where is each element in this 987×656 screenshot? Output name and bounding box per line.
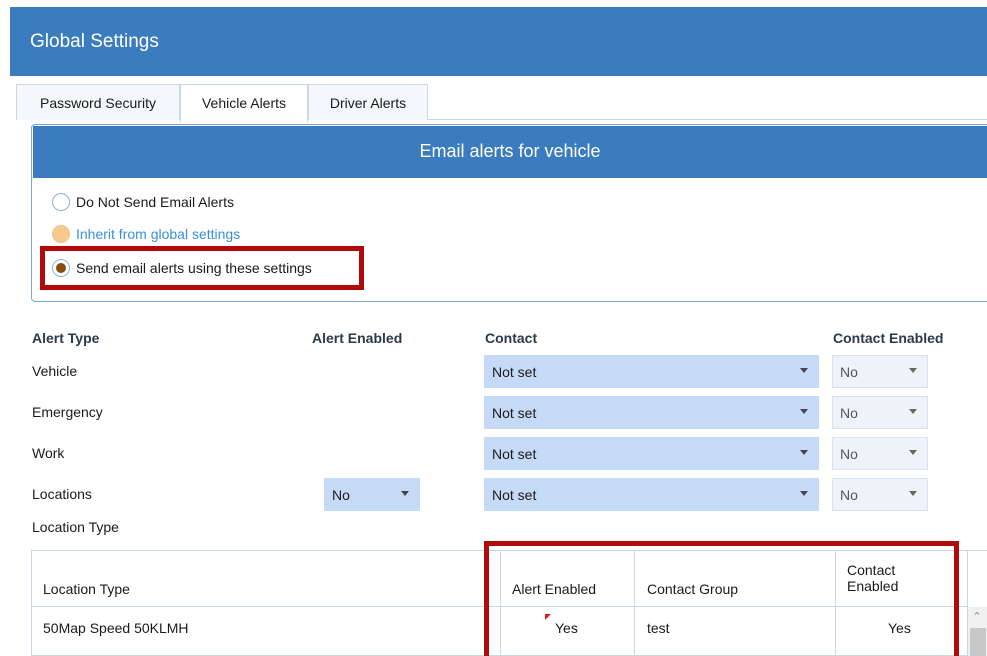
- contact-select-vehicle[interactable]: Not set: [484, 355, 819, 388]
- tab-label: Vehicle Alerts: [201, 95, 287, 111]
- contact-enabled-select-work[interactable]: No: [832, 437, 928, 470]
- tab-label: Driver Alerts: [329, 95, 407, 111]
- row-label-emergency: Emergency: [32, 404, 103, 420]
- grid-header-location-type[interactable]: Location Type: [43, 581, 130, 597]
- select-value: No: [840, 446, 858, 462]
- tab-label: Password Security: [40, 95, 156, 111]
- window-title: Global Settings: [30, 31, 159, 52]
- chevron-down-icon: [800, 368, 808, 373]
- header-contact-enabled: Contact Enabled: [833, 330, 944, 346]
- select-value: No: [840, 364, 858, 380]
- select-value: No: [840, 405, 858, 421]
- select-value: Not set: [492, 405, 537, 421]
- left-margin: [0, 0, 10, 656]
- chevron-down-icon: [800, 409, 808, 414]
- header-contact: Contact: [485, 330, 538, 346]
- select-value: Not set: [492, 487, 537, 503]
- chevron-down-icon: [909, 450, 917, 455]
- select-value: No: [840, 487, 858, 503]
- chevron-down-icon: [800, 450, 808, 455]
- grid-cell-location-type: 50Map Speed 50KLMH: [43, 620, 189, 636]
- tab-driver-alerts[interactable]: Driver Alerts: [308, 84, 428, 120]
- select-value: No: [332, 487, 350, 503]
- highlight-box: [484, 541, 959, 656]
- radio-button-disabled: [52, 225, 70, 243]
- contact-select-locations[interactable]: Not set: [484, 478, 819, 511]
- arrow-up-icon[interactable]: ⌃: [972, 612, 982, 623]
- select-value: Not set: [492, 364, 537, 380]
- select-value: Not set: [492, 446, 537, 462]
- contact-select-emergency[interactable]: Not set: [484, 396, 819, 429]
- option-do-not-send[interactable]: Do Not Send Email Alerts: [52, 191, 234, 213]
- panel-title: Email alerts for vehicle: [419, 141, 601, 161]
- tab-vehicle-alerts[interactable]: Vehicle Alerts: [180, 84, 308, 122]
- header-alert-type: Alert Type: [32, 330, 100, 346]
- chevron-down-icon: [401, 491, 409, 496]
- row-label-locations: Locations: [32, 486, 92, 502]
- contact-enabled-select-emergency[interactable]: No: [832, 396, 928, 429]
- location-type-label: Location Type: [32, 519, 119, 535]
- radio-label: Do Not Send Email Alerts: [76, 194, 234, 210]
- radio-label: Inherit from global settings: [76, 226, 241, 242]
- contact-select-work[interactable]: Not set: [484, 437, 819, 470]
- scrollbar-thumb[interactable]: [970, 628, 986, 656]
- row-label-vehicle: Vehicle: [32, 363, 78, 379]
- chevron-down-icon: [800, 491, 808, 496]
- chevron-down-icon: [909, 409, 917, 414]
- chevron-down-icon: [909, 491, 917, 496]
- row-label-work: Work: [32, 445, 65, 461]
- radio-button[interactable]: [52, 193, 70, 211]
- tab-divider: [428, 119, 987, 120]
- alert-enabled-select-locations[interactable]: No: [324, 478, 420, 511]
- chevron-down-icon: [909, 368, 917, 373]
- highlight-box: [40, 246, 364, 290]
- option-inherit-global: Inherit from global settings: [52, 223, 240, 245]
- header-alert-enabled: Alert Enabled: [312, 330, 403, 346]
- tab-password-security[interactable]: Password Security: [16, 84, 180, 120]
- panel-header: Email alerts for vehicle: [33, 126, 987, 178]
- title-bar: Global Settings: [10, 7, 987, 76]
- contact-enabled-select-locations[interactable]: No: [832, 478, 928, 511]
- contact-enabled-select-vehicle[interactable]: No: [832, 355, 928, 388]
